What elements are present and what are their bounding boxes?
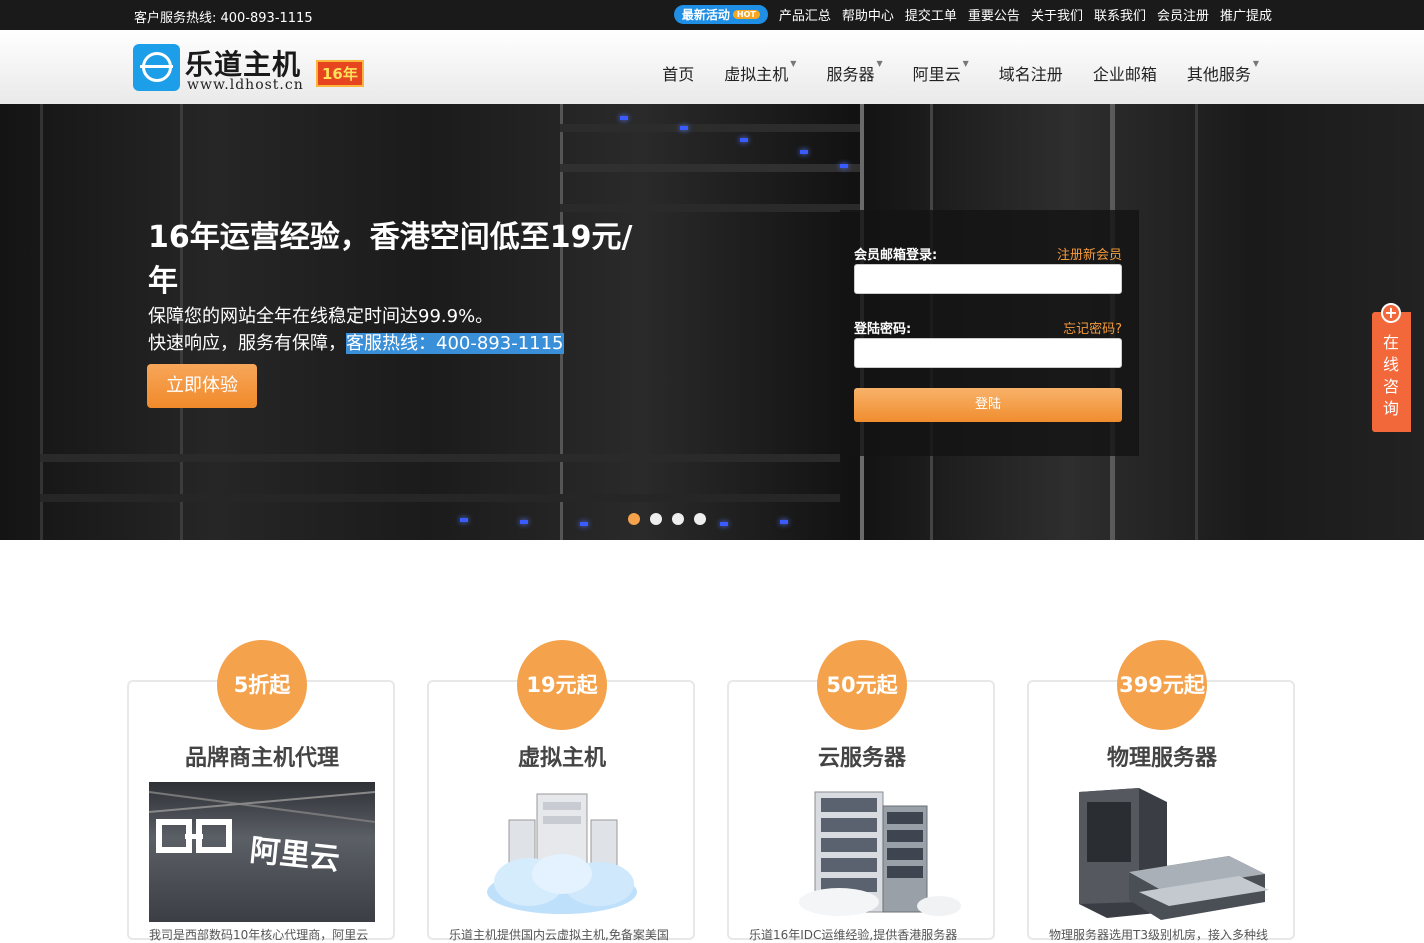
main-nav: 首页 虚拟主机 ▼ 服务器 ▼ 阿里云 ▼ 域名注册 企业邮箱 其他服务 ▼ (647, 59, 1274, 85)
forgot-password-link[interactable]: 忘记密码? (1063, 318, 1122, 337)
password-label: 登陆密码: (854, 322, 912, 337)
card-brand-agent[interactable]: 5折起 品牌商主机代理 阿里云 我司是西部数码10年核心代理商，阿里云 (127, 640, 395, 942)
aliyun-sign-image: 阿里云 (148, 782, 376, 922)
chevron-down-icon: ▼ (876, 59, 883, 68)
promo-link[interactable]: 最新活动 HOT (673, 5, 768, 24)
online-consult-button[interactable]: + 在线咨询 (1372, 303, 1411, 432)
price-badge: 19元起 (517, 640, 607, 730)
try-now-button[interactable]: 立即体验 (147, 364, 257, 408)
nav-server[interactable]: 服务器 ▼ (811, 59, 897, 85)
hero-hotline-highlight: 客服热线：400-893-1115 (346, 333, 564, 354)
login-button[interactable]: 登陆 (854, 388, 1122, 422)
hero-subtitle-prefix: 快速响应，服务有保障， (148, 333, 346, 354)
tower-server-image (1049, 782, 1275, 922)
email-label: 会员邮箱登录: (854, 248, 938, 263)
register-link[interactable]: 注册新会员 (1057, 244, 1122, 263)
hotline-text: 客户服务热线: 400-893-1115 (134, 11, 313, 26)
card-desc: 我司是西部数码10年核心代理商，阿里云 (149, 928, 369, 942)
nav-email[interactable]: 企业邮箱 (1078, 61, 1172, 85)
password-field[interactable] (854, 338, 1122, 368)
card-desc: 乐道主机提供国内云虚拟主机,免备案美国 (449, 928, 669, 942)
svg-text:阿里云: 阿里云 (248, 833, 341, 877)
card-title: 云服务器 (817, 746, 906, 771)
slide-dot-2[interactable] (650, 513, 662, 525)
online-consult-label: 在线咨询 (1383, 333, 1400, 418)
slide-dot-3[interactable] (672, 513, 684, 525)
slide-dot-1[interactable] (628, 513, 640, 525)
top-link-notice[interactable]: 重要公告 (968, 5, 1020, 24)
logo-badge: 16年 (316, 60, 364, 87)
slide-dot-4[interactable] (694, 513, 706, 525)
card-desc: 物理服务器选用T3级别机房，接入多种线 (1049, 928, 1268, 942)
hero-banner: 16年运营经验，香港空间低至19元/年 保障您的网站全年在线稳定时间达99.9%… (0, 104, 1424, 540)
card-virtual-host[interactable]: 19元起 虚拟主机 乐道主机提供国内云虚拟主机,免备案美国 (427, 640, 695, 942)
top-link-register[interactable]: 会员注册 (1157, 5, 1209, 24)
chevron-down-icon: ▼ (1252, 59, 1259, 68)
card-title: 虚拟主机 (517, 746, 606, 771)
card-title: 品牌商主机代理 (184, 746, 339, 771)
nav-other[interactable]: 其他服务 ▼ (1172, 59, 1274, 85)
card-desc: 乐道16年IDC运维经验,提供香港服务器 (749, 928, 958, 942)
chevron-down-icon: ▼ (790, 59, 797, 68)
plus-icon: + (1381, 303, 1401, 323)
price-badge: 399元起 (1117, 640, 1207, 730)
logo-url: www.ldhost.cn (187, 77, 304, 93)
server-rack-image (749, 782, 975, 922)
hot-badge: HOT (732, 10, 760, 19)
site-logo[interactable]: 乐道主机 www.ldhost.cn 16年 (133, 44, 373, 93)
nav-domain[interactable]: 域名注册 (984, 61, 1078, 85)
top-bar: 客户服务热线: 400-893-1115 最新活动 HOT 产品汇总 帮助中心 … (0, 0, 1424, 30)
nav-virtual-host[interactable]: 虚拟主机 ▼ (709, 59, 811, 85)
chevron-down-icon: ▼ (962, 59, 969, 68)
top-link-help[interactable]: 帮助中心 (842, 5, 894, 24)
top-link-products[interactable]: 产品汇总 (779, 5, 831, 24)
logo-icon (133, 44, 180, 91)
card-cloud-server[interactable]: 50元起 云服务器 乐道16年IDC运维经验,提供香港服务器 (727, 640, 995, 942)
top-link-contact[interactable]: 联系我们 (1094, 5, 1146, 24)
top-links: 最新活动 HOT 产品汇总 帮助中心 提交工单 重要公告 关于我们 联系我们 会… (673, 5, 1272, 24)
cloud-servers-image (449, 782, 675, 922)
price-badge: 5折起 (217, 640, 307, 730)
slide-indicators (628, 513, 706, 525)
login-panel: 会员邮箱登录: 注册新会员 登陆密码: 忘记密码? 登陆 (840, 210, 1139, 456)
top-link-ticket[interactable]: 提交工单 (905, 5, 957, 24)
site-header: 乐道主机 www.ldhost.cn 16年 首页 虚拟主机 ▼ 服务器 ▼ 阿里云… (0, 30, 1424, 105)
product-cards: 5折起 品牌商主机代理 阿里云 我司是西部数码10年核心代理商，阿里云 19元起… (127, 638, 1297, 942)
card-physical-server[interactable]: 399元起 物理服务器 物理服务器选用T3级别机房，接入多种线 (1027, 640, 1295, 942)
top-link-about[interactable]: 关于我们 (1031, 5, 1083, 24)
hero-subtitle-2: 快速响应，服务有保障，客服热线：400-893-1115 (148, 329, 564, 355)
card-title: 物理服务器 (1106, 746, 1217, 771)
hero-title: 16年运营经验，香港空间低至19元/年 (148, 220, 633, 299)
email-field[interactable] (854, 264, 1122, 294)
nav-aliyun[interactable]: 阿里云 ▼ (898, 59, 984, 85)
top-link-affiliate[interactable]: 推广提成 (1220, 5, 1272, 24)
promo-label: 最新活动 (681, 8, 730, 22)
hero-subtitle-1: 保障您的网站全年在线稳定时间达99.9%。 (148, 306, 494, 327)
price-badge: 50元起 (817, 640, 907, 730)
nav-home[interactable]: 首页 (647, 61, 709, 85)
